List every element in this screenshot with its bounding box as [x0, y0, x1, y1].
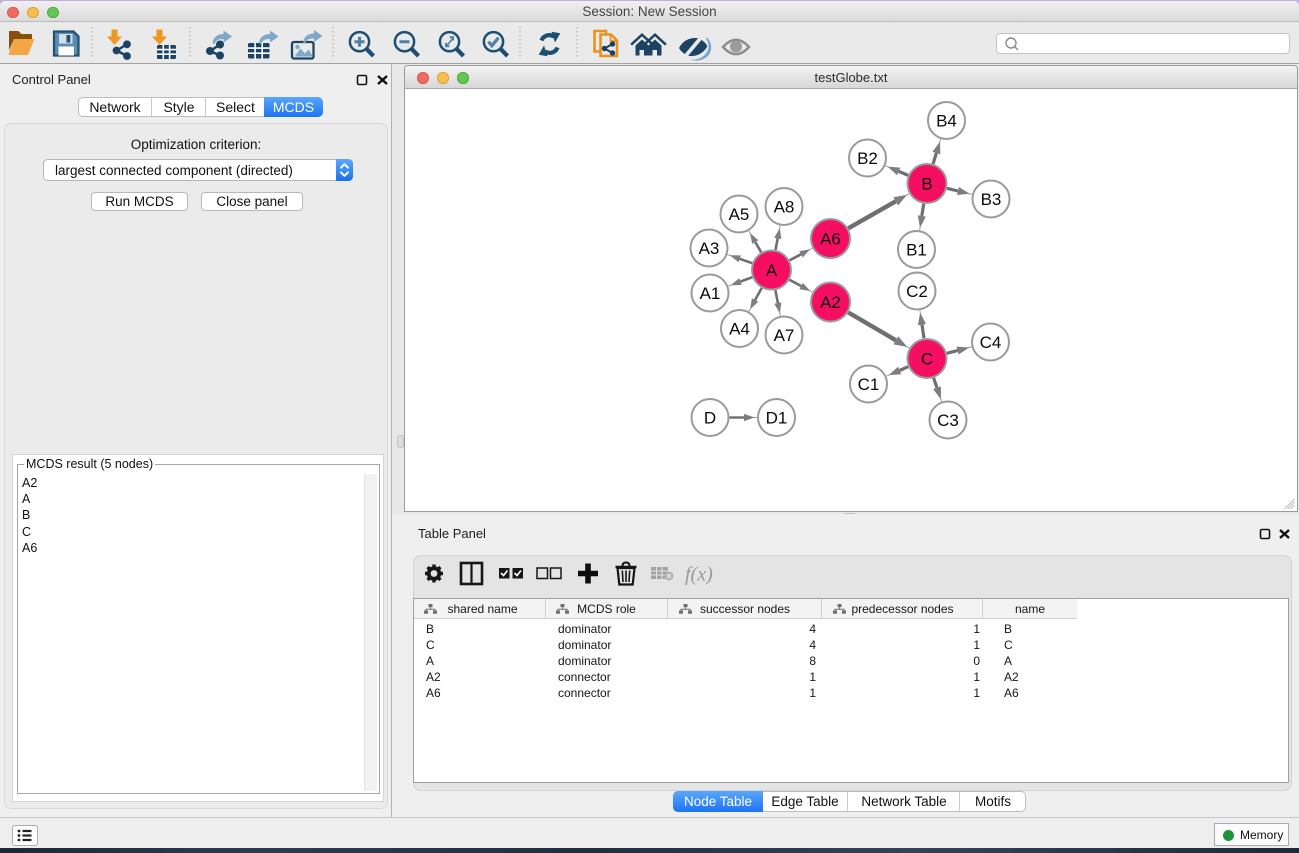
svg-text:C1: C1 [858, 375, 880, 394]
svg-text:C3: C3 [937, 411, 959, 430]
svg-text:A5: A5 [729, 205, 750, 224]
svg-text:B: B [921, 175, 932, 194]
svg-text:D1: D1 [766, 409, 788, 428]
svg-text:D: D [704, 409, 716, 428]
svg-text:C2: C2 [906, 282, 928, 301]
svg-text:A3: A3 [699, 239, 720, 258]
svg-text:B4: B4 [936, 112, 957, 131]
svg-text:A4: A4 [729, 320, 750, 339]
svg-text:C4: C4 [980, 333, 1002, 352]
svg-text:f(x): f(x) [685, 564, 713, 586]
svg-text:B2: B2 [857, 149, 878, 168]
svg-text:A1: A1 [700, 284, 721, 303]
svg-text:A: A [766, 261, 778, 280]
svg-text:C: C [921, 350, 933, 369]
svg-text:A6: A6 [820, 230, 841, 249]
svg-text:A2: A2 [820, 293, 841, 312]
svg-text:B1: B1 [906, 241, 927, 260]
svg-text:A7: A7 [774, 326, 795, 345]
svg-text:A8: A8 [774, 198, 795, 217]
svg-text:B3: B3 [981, 190, 1002, 209]
